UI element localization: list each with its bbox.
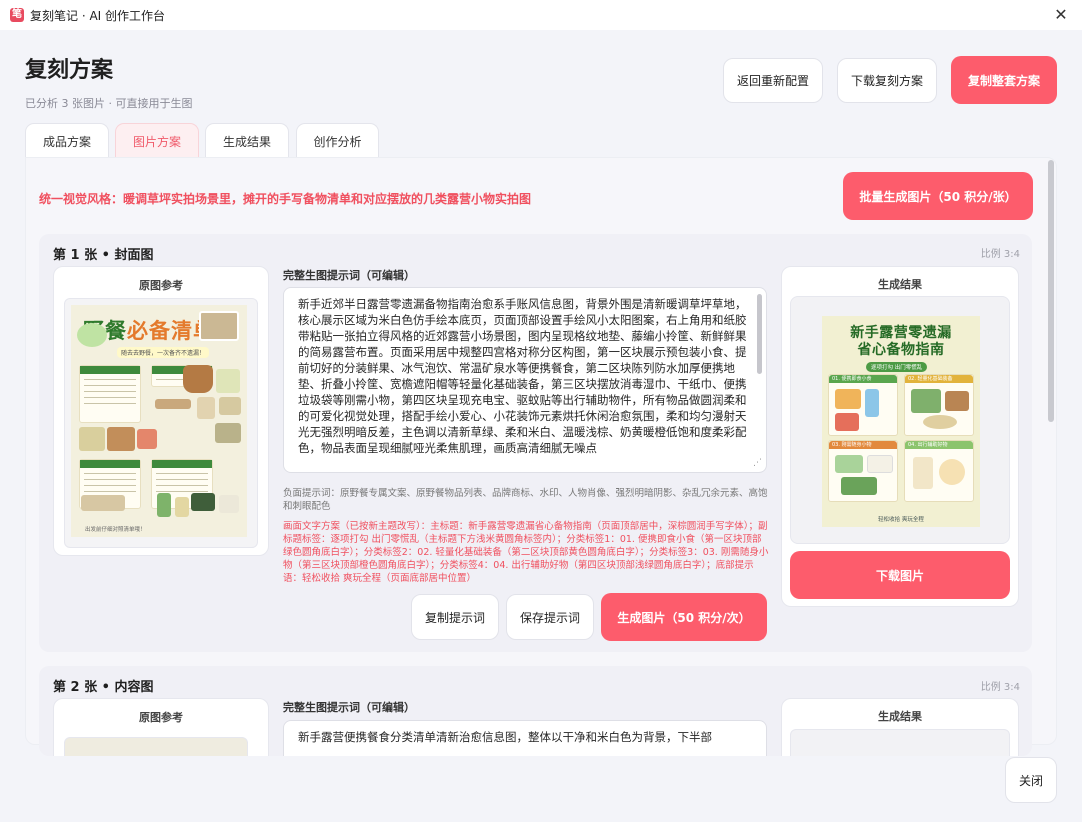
reference-label: 原图参考 xyxy=(139,711,183,724)
reference-image-panel: 原图参考 野餐必备清单 随去去野餐，一次备齐不遗漏！ xyxy=(53,266,269,556)
negative-prompt-text: 负面提示词：原野餐专属文案、原野餐物品列表、品牌商标、水印、人物肖像、强烈明暗阴… xyxy=(283,488,768,512)
fruit-item xyxy=(137,429,157,449)
result-label: 生成结果 xyxy=(878,278,922,291)
bag-item xyxy=(841,477,877,495)
prompt-text: 新手露营便携餐食分类清单清新治愈信息图，整体以干净和米白色为背景，下半部 xyxy=(298,730,712,744)
reference-image xyxy=(64,737,248,756)
mat-item xyxy=(911,389,941,413)
photo-decoration xyxy=(199,311,239,341)
tissue-item xyxy=(867,455,893,473)
poster-footer: 出发前仔细对照清单哦！ xyxy=(85,527,146,533)
power-bank-item xyxy=(191,493,215,511)
reference-poster: 野餐必备清单 随去去野餐，一次备齐不遗漏！ xyxy=(71,305,247,537)
reference-image: 野餐必备清单 随去去野餐，一次备齐不遗漏！ xyxy=(64,298,258,548)
gen-poster-cell: 04. 出行辅助好物 xyxy=(904,440,974,502)
text-plan-text: 画面文字方案（已按新主题改写）：主标题：新手露营零遗漏省心备物指南（页面顶部居中… xyxy=(283,521,769,584)
aspect-ratio-label: 比例 3:4 xyxy=(980,682,1020,693)
food-box-item xyxy=(79,427,105,451)
tab-generated-results[interactable]: 生成结果 xyxy=(205,123,289,158)
prompt-label: 完整生图提示词（可编辑） xyxy=(283,269,415,282)
bottle-item xyxy=(157,493,171,517)
batch-generate-button[interactable]: 批量生成图片（50 积分/张） xyxy=(843,172,1033,220)
gen-poster-cell: 02. 轻量化基础装备 xyxy=(904,374,974,436)
fan-item xyxy=(939,459,965,485)
cell-label: 04. 出行辅助好物 xyxy=(905,441,973,449)
checklist-head xyxy=(152,460,212,468)
basket-item xyxy=(945,391,969,411)
panel-scrollbar-thumb[interactable] xyxy=(1048,160,1054,422)
gen-poster-footer: 轻松收拾 爽玩全程 xyxy=(878,517,924,523)
drink-item xyxy=(865,389,879,417)
copy-all-plan-button[interactable]: 复制整套方案 xyxy=(951,56,1057,104)
card-title: 第 1 张 • 封面图 xyxy=(53,248,154,263)
generated-poster: 新手露营零遗漏 省心备物指南 逐项打勾 出门零慌乱 01. 便携即食小食 02. … xyxy=(822,316,980,527)
image-card-2: 第 2 张 • 内容图 比例 3:4 原图参考 完整生图提示词（可编辑） 新手露… xyxy=(39,666,1032,756)
box-item xyxy=(219,397,241,415)
poster-subtitle: 随去去野餐，一次备齐不遗漏！ xyxy=(117,347,210,358)
resize-grip-icon[interactable]: ⋰ xyxy=(753,459,762,468)
unified-style-text: 统一视觉风格：暖调草坪实拍场景里，摊开的手写备物清单和对应摆放的几类露营小物实拍… xyxy=(39,192,532,206)
generated-image[interactable]: 新手露营零遗漏 省心备物指南 逐项打勾 出门零慌乱 01. 便携即食小食 02. … xyxy=(790,296,1010,544)
power-bank-item xyxy=(913,457,933,489)
chair-item xyxy=(197,397,215,419)
cell-label: 01. 便携即食小食 xyxy=(829,375,897,383)
tissue-item xyxy=(219,495,239,513)
gen-poster-title-line: 省心备物指南 xyxy=(857,342,945,358)
prompt-textarea[interactable]: 新手近郊半日露营零遗漏备物指南治愈系手账风信息图，背景外围是清新暖调草坪草地，核… xyxy=(283,287,767,473)
reference-label: 原图参考 xyxy=(139,279,183,292)
hat-item xyxy=(923,415,957,429)
basket-item xyxy=(183,365,213,393)
cell-label: 03. 刚需随身小物 xyxy=(829,441,897,449)
download-plan-button[interactable]: 下载复刻方案 xyxy=(837,58,937,103)
bread-item xyxy=(107,427,135,451)
gen-poster-title: 新手露营零遗漏 省心备物指南 xyxy=(822,325,980,359)
reference-image-panel: 原图参考 xyxy=(53,698,269,756)
cell-label: 02. 轻量化基础装备 xyxy=(905,375,973,383)
prompt-text: 新手近郊半日露营零遗漏备物指南治愈系手账风信息图，背景外围是清新暖调草坪草地，核… xyxy=(298,297,747,455)
result-panel: 生成结果 xyxy=(781,698,1019,756)
generate-image-button[interactable]: 生成图片（50 积分/次） xyxy=(601,593,767,641)
checklist-box xyxy=(79,365,141,423)
prompt-scrollbar[interactable] xyxy=(757,294,762,374)
spray-item xyxy=(175,497,189,517)
tab-image-plan[interactable]: 图片方案 xyxy=(115,123,199,158)
table-item xyxy=(155,399,191,409)
result-panel: 生成结果 新手露营零遗漏 省心备物指南 逐项打勾 出门零慌乱 01. 便携即食小食… xyxy=(781,266,1019,607)
title-bar: 笔 复刻笔记 · AI 创作工作台 ✕ xyxy=(0,0,1082,30)
prompt-label: 完整生图提示词（可编辑） xyxy=(283,701,415,714)
cloth-item xyxy=(216,369,240,393)
image-card-1: 第 1 张 • 封面图 比例 3:4 原图参考 野餐必备清单 随去去野餐，一次备… xyxy=(39,234,1032,652)
prompt-textarea[interactable]: 新手露营便携餐食分类清单清新治愈信息图，整体以干净和米白色为背景，下半部 xyxy=(283,720,767,756)
card-title: 第 2 张 • 内容图 xyxy=(53,680,154,695)
snack-item xyxy=(835,389,861,409)
close-button[interactable]: 关闭 xyxy=(1005,757,1057,803)
leaf-decoration xyxy=(77,323,107,347)
tab-finished-plan[interactable]: 成品方案 xyxy=(25,123,109,158)
page-title: 复刻方案 xyxy=(25,58,114,83)
utensil-item xyxy=(81,495,125,511)
app-logo-icon: 笔 xyxy=(10,8,24,22)
download-image-button[interactable]: 下载图片 xyxy=(790,551,1010,599)
gen-poster-cell: 01. 便携即食小食 xyxy=(828,374,898,436)
container-item xyxy=(215,423,241,443)
save-prompt-button[interactable]: 保存提示词 xyxy=(506,594,594,640)
window-title: 复刻笔记 · AI 创作工作台 xyxy=(30,8,166,23)
generated-image[interactable] xyxy=(790,729,1010,756)
result-label: 生成结果 xyxy=(878,710,922,723)
wipes-item xyxy=(835,455,863,473)
gen-poster-cell: 03. 刚需随身小物 xyxy=(828,440,898,502)
checklist-head xyxy=(80,460,140,468)
tab-creative-analysis[interactable]: 创作分析 xyxy=(296,123,379,158)
fruit-item xyxy=(835,413,859,431)
copy-prompt-button[interactable]: 复制提示词 xyxy=(411,594,499,640)
back-reconfigure-button[interactable]: 返回重新配置 xyxy=(723,58,823,103)
gen-poster-title-line: 新手露营零遗漏 xyxy=(850,325,952,341)
window-close-icon[interactable]: ✕ xyxy=(1050,4,1072,26)
gen-poster-tag: 逐项打勾 出门零慌乱 xyxy=(866,362,928,372)
aspect-ratio-label: 比例 3:4 xyxy=(980,249,1020,260)
checklist-head xyxy=(80,366,140,374)
page-subtitle: 已分析 3 张图片 · 可直接用于生图 xyxy=(25,97,193,110)
